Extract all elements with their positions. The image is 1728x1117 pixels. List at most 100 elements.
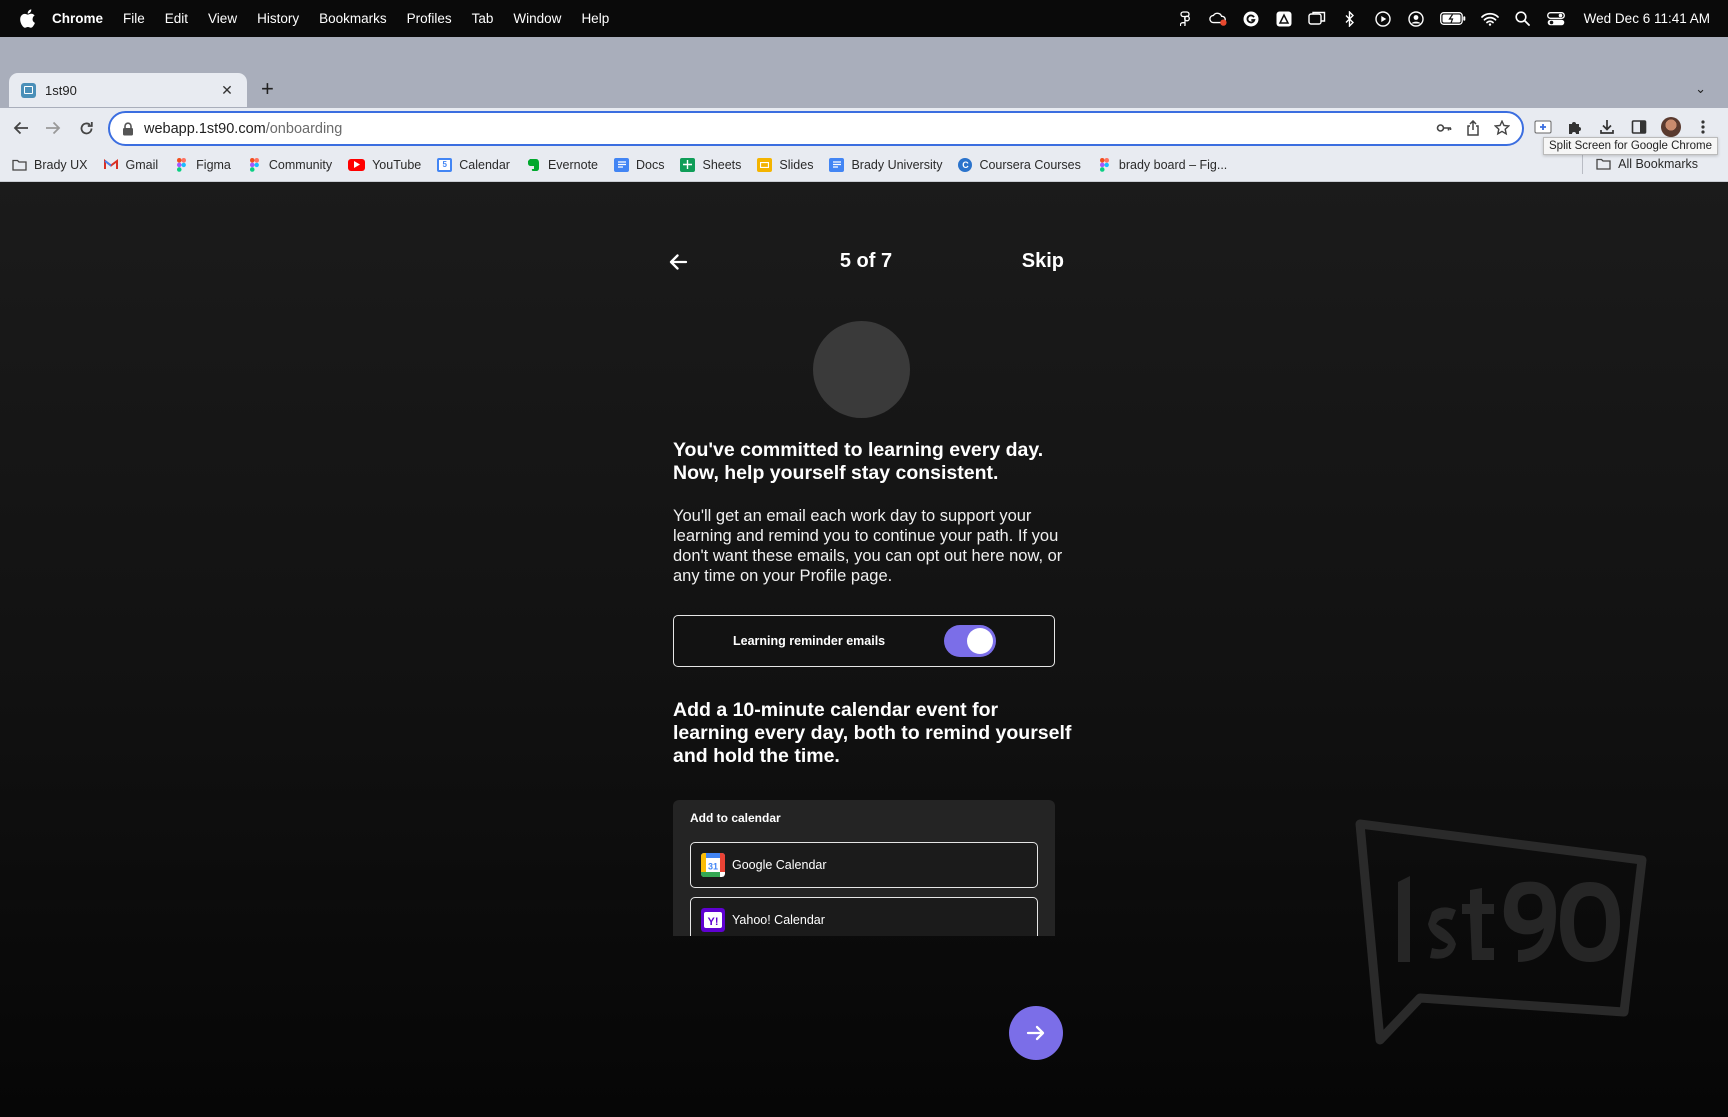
menu-help[interactable]: Help xyxy=(581,11,609,26)
figma-icon xyxy=(247,157,262,172)
bookmark-brady-board[interactable]: brady board – Fig... xyxy=(1097,157,1227,172)
onboarding-page: 5 of 7 Skip You've committed to learning… xyxy=(0,182,1728,1117)
extensions-puzzle-icon[interactable] xyxy=(1565,117,1585,137)
reminder-emails-card: Learning reminder emails xyxy=(673,615,1055,667)
site-favicon-icon xyxy=(21,82,36,98)
bookmark-community[interactable]: Community xyxy=(247,157,332,172)
bookmark-calendar[interactable]: 5 Calendar xyxy=(437,157,510,172)
google-calendar-button[interactable]: 31 Google Calendar xyxy=(690,842,1038,888)
bookmark-label: Brady UX xyxy=(34,157,88,172)
profile-avatar[interactable] xyxy=(1661,117,1681,137)
reload-icon[interactable] xyxy=(76,118,96,138)
play-icon[interactable] xyxy=(1374,10,1392,27)
figma-icon xyxy=(174,157,189,172)
forward-arrow-icon[interactable] xyxy=(43,118,63,138)
heading-line: Now, help yourself stay consistent. xyxy=(673,462,999,484)
svg-text:31: 31 xyxy=(708,862,718,872)
drive-icon[interactable] xyxy=(1275,11,1293,27)
address-bar[interactable]: webapp.1st90.com/onboarding xyxy=(108,111,1524,146)
bookmark-label: Slides xyxy=(779,157,814,172)
bookmark-brady-university[interactable]: Brady University xyxy=(829,157,943,172)
bookmark-evernote[interactable]: Evernote xyxy=(526,158,598,172)
menu-window[interactable]: Window xyxy=(513,11,561,26)
bookmark-label: Evernote xyxy=(547,157,598,172)
user-circle-icon[interactable] xyxy=(1407,10,1425,27)
tab-search-chevron-icon[interactable]: ⌄ xyxy=(1695,81,1706,97)
spotlight-search-icon[interactable] xyxy=(1514,11,1532,27)
all-bookmarks-button[interactable]: All Bookmarks xyxy=(1596,157,1698,171)
bookmark-docs[interactable]: Docs xyxy=(614,157,665,172)
reminder-emails-toggle[interactable] xyxy=(944,625,996,657)
menu-view[interactable]: View xyxy=(208,11,237,26)
control-center-icon[interactable] xyxy=(1546,11,1565,27)
menu-tab[interactable]: Tab xyxy=(472,11,494,26)
apple-icon[interactable] xyxy=(19,9,36,28)
lock-icon[interactable] xyxy=(122,121,134,136)
omnibox-actions xyxy=(1436,119,1511,139)
bookmark-label: YouTube xyxy=(372,157,422,172)
bookmark-brady-ux[interactable]: Brady UX xyxy=(12,158,88,172)
next-button[interactable] xyxy=(1009,1006,1063,1060)
illustration-placeholder xyxy=(813,321,910,418)
yahoo-calendar-button[interactable]: Y! Yahoo! Calendar xyxy=(690,897,1038,936)
skip-button[interactable]: Skip xyxy=(1022,250,1064,273)
bookmark-label: Docs xyxy=(636,157,665,172)
folder-icon xyxy=(1596,157,1611,171)
chrome-menu-icon[interactable] xyxy=(1693,117,1713,137)
step-indicator: 5 of 7 xyxy=(839,250,893,272)
new-tab-icon[interactable]: + xyxy=(261,78,274,100)
tab-close-icon[interactable]: ✕ xyxy=(219,82,235,99)
extension-icons xyxy=(1533,117,1713,137)
key-icon[interactable] xyxy=(1436,120,1452,139)
browser-tab[interactable]: 1st90 ✕ xyxy=(9,73,247,107)
yahoo-calendar-icon: Y! xyxy=(701,908,725,932)
url-host: webapp.1st90.com xyxy=(144,120,266,137)
bookmark-label: Gmail xyxy=(125,157,159,172)
menu-chrome[interactable]: Chrome xyxy=(52,11,103,26)
toggle-knob xyxy=(967,628,993,654)
download-icon[interactable] xyxy=(1597,117,1617,137)
email-description: You'll get an email each work day to sup… xyxy=(673,507,1063,585)
grammarly-icon[interactable] xyxy=(1242,11,1260,27)
bookmark-slides[interactable]: Slides xyxy=(757,157,814,172)
menubar-clock[interactable]: Wed Dec 6 11:41 AM xyxy=(1584,11,1710,26)
menu-profiles[interactable]: Profiles xyxy=(407,11,452,26)
menu-bookmarks[interactable]: Bookmarks xyxy=(319,11,387,26)
share-icon[interactable] xyxy=(1466,119,1480,139)
youtube-icon xyxy=(348,158,366,171)
menu-file[interactable]: File xyxy=(123,11,145,26)
bookmark-gmail[interactable]: Gmail xyxy=(104,157,159,172)
bookmark-label: All Bookmarks xyxy=(1618,157,1698,171)
commitment-heading: You've committed to learning every day. … xyxy=(673,439,1073,485)
google-calendar-icon: 31 xyxy=(701,853,725,877)
bookmark-sheets[interactable]: Sheets xyxy=(680,157,741,172)
sheets-icon xyxy=(680,157,696,172)
bookmark-figma[interactable]: Figma xyxy=(174,157,231,172)
battery-icon[interactable] xyxy=(1439,11,1466,27)
side-panel-icon[interactable] xyxy=(1629,117,1649,137)
bookmark-label: Brady University xyxy=(851,157,943,172)
svg-text:Y!: Y! xyxy=(708,916,719,928)
bookmark-label: Calendar xyxy=(459,157,510,172)
bookmark-label: Figma xyxy=(196,157,231,172)
bluetooth-icon[interactable] xyxy=(1341,10,1359,27)
bookmark-label: Coursera Courses xyxy=(979,157,1081,172)
folder-icon xyxy=(12,158,27,172)
menu-history[interactable]: History xyxy=(257,11,299,26)
bookmarks-divider xyxy=(1582,154,1583,174)
creative-cloud-icon[interactable] xyxy=(1208,11,1227,27)
wifi-icon[interactable] xyxy=(1480,11,1499,27)
status-area: Wed Dec 6 11:41 AM xyxy=(1176,0,1710,37)
bookmark-star-icon[interactable] xyxy=(1493,119,1511,139)
bookmark-youtube[interactable]: YouTube xyxy=(348,158,421,172)
screens-icon[interactable] xyxy=(1307,11,1326,27)
menu-edit[interactable]: Edit xyxy=(165,11,188,26)
back-arrow-icon[interactable] xyxy=(11,118,31,138)
bookmarks-bar: Brady UX Gmail Figma Community YouTube 5… xyxy=(0,148,1728,182)
tab-title: 1st90 xyxy=(45,82,77,98)
split-screen-extension-icon[interactable] xyxy=(1533,117,1553,137)
yahoo-calendar-label: Yahoo! Calendar xyxy=(732,913,825,927)
figma-status-icon[interactable] xyxy=(1176,11,1194,27)
add-to-calendar-title: Add to calendar xyxy=(690,811,781,825)
bookmark-coursera[interactable]: C Coursera Courses xyxy=(958,157,1081,172)
